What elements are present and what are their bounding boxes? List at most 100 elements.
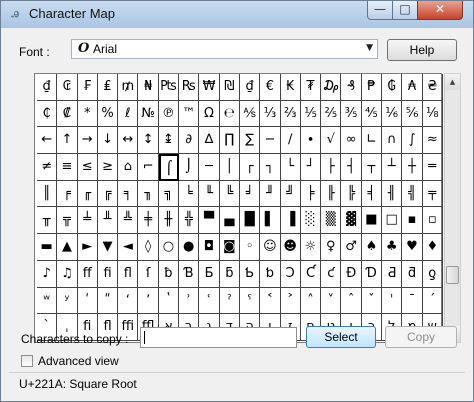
character-cell[interactable]: ►: [77, 234, 98, 261]
character-cell[interactable]: ₵: [37, 100, 58, 128]
grid-scrollbar[interactable]: ▲ ▼: [444, 73, 461, 343]
character-cell[interactable]: ┤: [341, 154, 362, 181]
character-cell[interactable]: ⅚: [402, 100, 423, 128]
character-cell[interactable]: ▬: [37, 234, 58, 261]
character-cell[interactable]: ₴: [422, 74, 443, 101]
character-cell[interactable]: ╔: [97, 180, 119, 208]
advanced-view-checkbox[interactable]: [21, 355, 33, 367]
character-cell[interactable]: ◦: [239, 234, 261, 261]
character-cell[interactable]: ▪: [402, 207, 423, 235]
character-cell[interactable]: Ɗ: [361, 260, 383, 288]
character-cell[interactable]: ˇ: [361, 287, 383, 315]
character-cell[interactable]: ⅘: [361, 100, 383, 128]
character-cell[interactable]: ∫: [402, 127, 423, 155]
character-cell[interactable]: ƌ: [402, 260, 423, 288]
character-cell[interactable]: *: [77, 100, 98, 128]
character-cell[interactable]: ╝: [280, 180, 301, 208]
character-cell[interactable]: ▼: [97, 234, 119, 261]
character-cell[interactable]: ╦: [57, 207, 78, 235]
scrollbar-thumb[interactable]: [446, 266, 459, 284]
character-cell[interactable]: ╣: [402, 180, 423, 208]
character-cell[interactable]: ₦: [138, 74, 159, 101]
character-cell[interactable]: ƍ: [422, 260, 443, 288]
character-cell[interactable]: ∩: [382, 127, 403, 155]
scroll-up-arrow-icon[interactable]: ▲: [445, 74, 460, 90]
character-cell[interactable]: ←: [37, 127, 58, 155]
character-cell[interactable]: ˆ: [341, 287, 362, 315]
character-cell[interactable]: ℮: [219, 100, 240, 128]
character-cell[interactable]: ™: [179, 100, 200, 128]
character-cell[interactable]: ♪: [37, 260, 58, 288]
character-cell[interactable]: ▀: [199, 207, 220, 235]
character-cell[interactable]: →: [77, 127, 98, 155]
character-cell[interactable]: ◙: [219, 234, 240, 261]
character-cell[interactable]: ˃: [280, 287, 301, 315]
character-cell[interactable]: ˊ: [422, 287, 443, 315]
character-cell[interactable]: ╙: [199, 180, 220, 208]
character-cell[interactable]: ≈: [422, 127, 443, 155]
character-cell[interactable]: ʺ: [97, 287, 119, 315]
character-cell[interactable]: ♦: [422, 234, 443, 261]
character-cell[interactable]: ʸ: [57, 287, 78, 315]
character-cell[interactable]: ˀ: [219, 287, 240, 315]
character-cell[interactable]: ▌: [260, 207, 281, 235]
character-cell[interactable]: ┌: [239, 154, 261, 181]
character-cell[interactable]: ┴: [382, 154, 403, 181]
character-cell[interactable]: ₲: [382, 74, 403, 101]
character-cell[interactable]: ♥: [402, 234, 423, 261]
character-cell[interactable]: ╫: [158, 207, 180, 235]
chevron-down-icon[interactable]: ▼: [366, 43, 373, 53]
character-cell[interactable]: ₢: [57, 74, 78, 101]
character-cell[interactable]: │: [219, 154, 240, 181]
character-cell[interactable]: ₰: [341, 74, 362, 101]
character-cell[interactable]: ╢: [382, 180, 403, 208]
character-cell[interactable]: ☺: [260, 234, 281, 261]
character-cell[interactable]: ╘: [179, 180, 200, 208]
maximize-button[interactable]: □: [392, 1, 418, 20]
character-cell[interactable]: ſ: [138, 260, 159, 288]
character-cell[interactable]: ■: [361, 207, 383, 235]
character-cell[interactable]: ▓: [341, 207, 362, 235]
character-cell[interactable]: └: [280, 154, 301, 181]
character-cell[interactable]: ╥: [37, 207, 58, 235]
character-cell[interactable]: ₱: [361, 74, 383, 101]
character-cell[interactable]: ∑: [239, 127, 261, 155]
character-cell[interactable]: □: [382, 207, 403, 235]
character-cell[interactable]: ˂: [260, 287, 281, 315]
character-cell[interactable]: ₡: [57, 100, 78, 128]
character-cell[interactable]: ●: [179, 234, 200, 261]
character-cell[interactable]: ʿ: [199, 287, 220, 315]
character-cell[interactable]: Ω: [199, 100, 220, 128]
character-cell[interactable]: █: [239, 207, 261, 235]
copy-button[interactable]: Copy: [385, 326, 457, 348]
character-cell[interactable]: ≥: [97, 154, 119, 181]
character-cell[interactable]: №: [138, 100, 159, 128]
character-cell[interactable]: ℓ: [118, 100, 139, 128]
character-cell[interactable]: ░: [300, 207, 322, 235]
character-cell[interactable]: ⅗: [341, 100, 362, 128]
font-dropdown[interactable]: O Arial ▼: [71, 39, 378, 59]
character-cell[interactable]: ⅖: [321, 100, 342, 128]
character-cell[interactable]: ƃ: [219, 260, 240, 288]
character-cell[interactable]: Ƃ: [199, 260, 220, 288]
character-cell[interactable]: ≡: [57, 154, 78, 181]
character-cell[interactable]: ╟: [321, 180, 342, 208]
character-cell[interactable]: ┘: [300, 154, 322, 181]
character-cell[interactable]: ╕: [118, 180, 139, 208]
character-cell[interactable]: ╬: [179, 207, 200, 235]
character-cell[interactable]: ﬂ: [118, 260, 139, 288]
character-cell[interactable]: ♂: [341, 234, 362, 261]
minimize-button[interactable]: —: [367, 1, 393, 20]
character-cell[interactable]: ƅ: [260, 260, 281, 288]
character-cell[interactable]: ─: [199, 154, 220, 181]
character-cell[interactable]: ♀: [321, 234, 342, 261]
character-cell[interactable]: ₧: [158, 74, 180, 101]
character-cell[interactable]: ₮: [300, 74, 322, 101]
characters-to-copy-input[interactable]: [140, 327, 297, 348]
character-cell[interactable]: ┬: [361, 154, 383, 181]
character-cell[interactable]: ╠: [341, 180, 362, 208]
character-cell[interactable]: ₣: [77, 74, 98, 101]
help-button[interactable]: Help: [387, 39, 457, 61]
character-cell[interactable]: ˄: [300, 287, 322, 315]
character-cell[interactable]: ₨: [179, 74, 200, 101]
